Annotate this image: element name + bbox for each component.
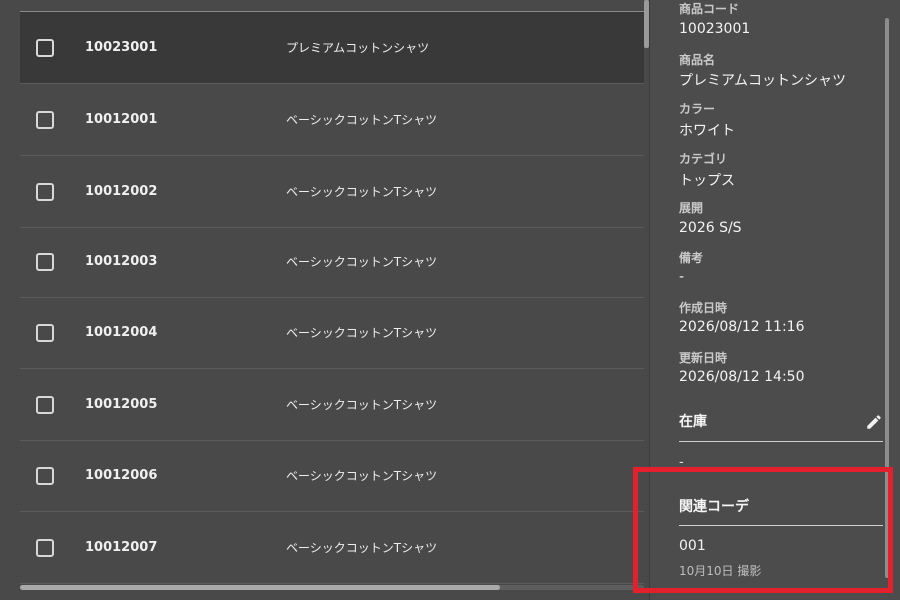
field-value-updated-at: 2026/08/12 14:50 — [679, 369, 805, 385]
field-value-created-at: 2026/08/12 11:16 — [679, 319, 805, 335]
table-row[interactable]: 10012002 ベーシックコットンTシャツ — [20, 156, 644, 228]
product-code-cell: 10023001 — [85, 40, 158, 55]
row-checkbox[interactable] — [36, 183, 54, 201]
table-row[interactable]: 10012007 ベーシックコットンTシャツ — [20, 512, 644, 584]
product-name-cell: ベーシックコットンTシャツ — [286, 398, 438, 412]
field-label-notes: 備考 — [679, 251, 704, 265]
product-name-cell: ベーシックコットンTシャツ — [286, 255, 438, 269]
product-code-cell: 10012005 — [85, 397, 158, 412]
table-row[interactable]: 10012006 ベーシックコットンTシャツ — [20, 440, 644, 512]
row-checkbox[interactable] — [36, 396, 54, 414]
product-code-cell: 10012001 — [85, 112, 158, 127]
product-code-cell: 10012003 — [85, 254, 158, 269]
field-value-notes: - — [679, 269, 685, 285]
table-row[interactable]: 10012004 ベーシックコットンTシャツ — [20, 297, 644, 369]
product-code-cell: 10012006 — [85, 468, 158, 483]
horizontal-scrollbar-thumb[interactable] — [20, 585, 500, 590]
field-value-product-code: 10023001 — [679, 21, 751, 37]
product-table: 10023001 プレミアムコットンシャツ 10012001 ベーシックコットン… — [0, 0, 644, 600]
row-checkbox[interactable] — [36, 253, 54, 271]
field-value-product-name: プレミアムコットンシャツ — [679, 73, 847, 89]
product-code-cell: 10012002 — [85, 184, 158, 199]
row-checkbox[interactable] — [36, 324, 54, 342]
table-row[interactable]: 10012001 ベーシックコットンTシャツ — [20, 84, 644, 156]
field-label-updated-at: 更新日時 — [679, 351, 728, 365]
product-name-cell: ベーシックコットンTシャツ — [286, 113, 438, 127]
field-label-season: 展開 — [679, 201, 704, 215]
field-label-product-code: 商品コード — [679, 2, 740, 16]
field-label-created-at: 作成日時 — [679, 301, 728, 315]
pencil-icon[interactable] — [865, 413, 883, 431]
row-checkbox[interactable] — [36, 39, 54, 57]
row-checkbox[interactable] — [36, 111, 54, 129]
field-label-color: カラー — [679, 102, 716, 116]
product-name-cell: ベーシックコットンTシャツ — [286, 541, 438, 555]
product-name-cell: プレミアムコットンシャツ — [286, 41, 430, 55]
field-label-product-name: 商品名 — [679, 53, 716, 67]
table-row[interactable]: 10012003 ベーシックコットンTシャツ — [20, 226, 644, 298]
product-code-cell: 10012004 — [85, 325, 158, 340]
table-row[interactable]: 10023001 プレミアムコットンシャツ — [20, 12, 644, 84]
row-checkbox[interactable] — [36, 539, 54, 557]
row-checkbox[interactable] — [36, 467, 54, 485]
stock-section-title: 在庫 — [679, 414, 707, 430]
highlight-box — [633, 467, 893, 593]
product-name-cell: ベーシックコットンTシャツ — [286, 469, 438, 483]
table-row[interactable]: 10012005 ベーシックコットンTシャツ — [20, 369, 644, 441]
product-code-cell: 10012007 — [85, 540, 158, 555]
field-value-season: 2026 S/S — [679, 220, 742, 236]
product-name-cell: ベーシックコットンTシャツ — [286, 326, 438, 340]
stock-section-divider — [679, 441, 883, 442]
field-value-color: ホワイト — [679, 123, 735, 139]
product-name-cell: ベーシックコットンTシャツ — [286, 185, 438, 199]
field-value-category: トップス — [679, 173, 735, 189]
field-label-category: カテゴリ — [679, 152, 728, 166]
